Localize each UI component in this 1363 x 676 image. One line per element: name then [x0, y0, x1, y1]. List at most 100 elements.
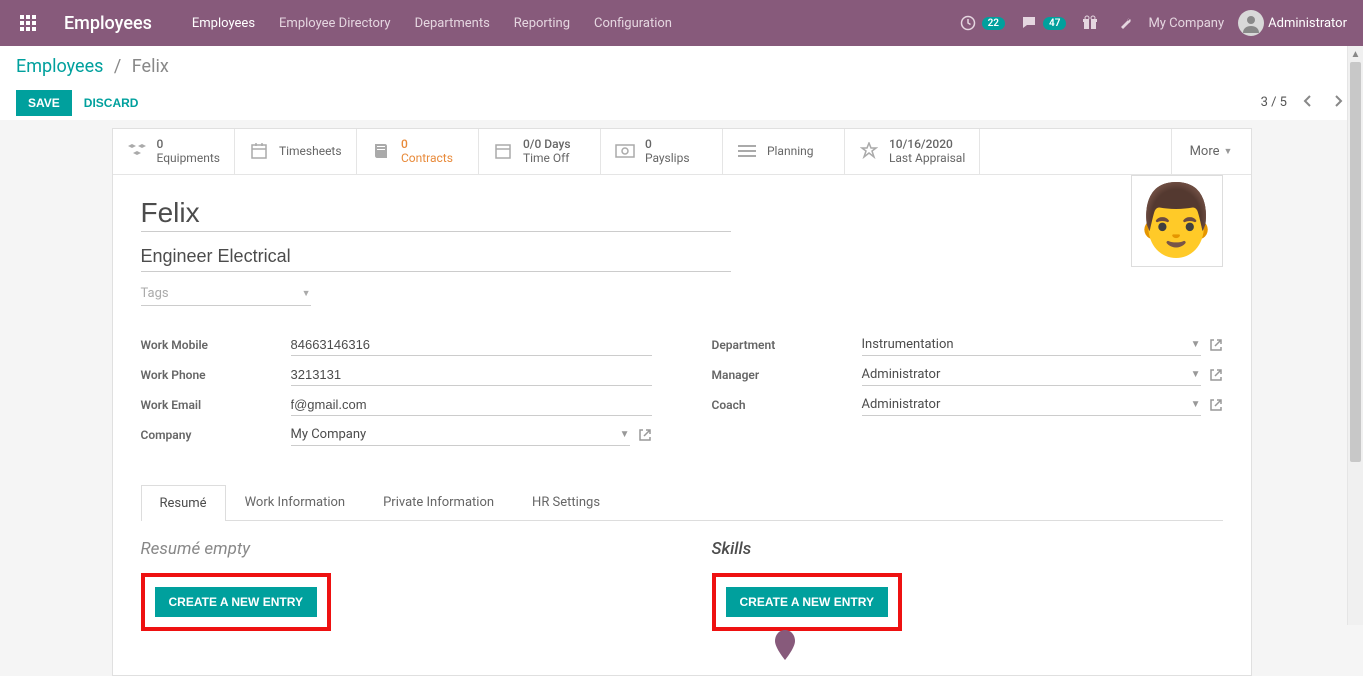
stat-contracts-value: 0 [401, 137, 453, 151]
nav-reporting[interactable]: Reporting [514, 16, 570, 31]
nav-links: Employees Employee Directory Departments… [192, 16, 672, 31]
breadcrumb-sep: / [114, 56, 121, 77]
coach-label: Coach [712, 398, 862, 412]
department-label: Department [712, 338, 862, 352]
save-button[interactable]: SAVE [16, 90, 72, 116]
employee-avatar[interactable]: 👨 [1131, 175, 1223, 267]
caret-down-icon: ▼ [1191, 369, 1201, 380]
resume-title: Resumé empty [141, 539, 652, 559]
caret-down-icon: ▼ [620, 429, 630, 440]
nav-departments[interactable]: Departments [415, 16, 490, 31]
company-select[interactable]: My Company ▼ [291, 424, 630, 446]
nav-employees[interactable]: Employees [192, 16, 255, 31]
job-title-input[interactable] [141, 242, 731, 272]
stat-contracts-label: Contracts [401, 151, 453, 165]
form-sheet: 0Equipments Timesheets 0Contracts 0/0 Da… [112, 128, 1252, 676]
pager: 3 / 5 [1261, 89, 1347, 116]
breadcrumb-root[interactable]: Employees [16, 56, 103, 77]
resume-highlight: CREATE A NEW ENTRY [141, 573, 331, 631]
external-link-icon[interactable] [638, 428, 652, 442]
activity-badge: 22 [982, 17, 1005, 30]
skills-highlight: CREATE A NEW ENTRY [712, 573, 902, 631]
stat-more-label: More [1190, 144, 1220, 159]
external-link-icon[interactable] [1209, 338, 1223, 352]
stat-equipments[interactable]: 0Equipments [113, 129, 235, 174]
stat-timesheets-label: Timesheets [279, 144, 342, 158]
work-mobile-label: Work Mobile [141, 338, 291, 352]
manager-label: Manager [712, 368, 862, 382]
pager-next[interactable] [1329, 89, 1347, 116]
messages-indicator[interactable]: 47 [1019, 13, 1066, 33]
apps-icon[interactable] [16, 11, 40, 35]
avatar-icon [1238, 10, 1264, 36]
work-mobile-input[interactable] [291, 334, 652, 356]
stat-contracts[interactable]: 0Contracts [357, 129, 479, 174]
caret-down-icon: ▼ [1191, 399, 1201, 410]
tab-resume[interactable]: Resumé [141, 485, 226, 521]
nav-configuration[interactable]: Configuration [594, 16, 672, 31]
stat-buttons: 0Equipments Timesheets 0Contracts 0/0 Da… [113, 129, 1251, 175]
stat-timeoff-label: Time Off [523, 151, 571, 165]
stat-equipments-label: Equipments [157, 151, 220, 165]
stat-equipments-value: 0 [157, 137, 220, 151]
work-email-label: Work Email [141, 398, 291, 412]
caret-down-icon: ▼ [1224, 146, 1233, 157]
chat-icon [1019, 13, 1039, 33]
stat-timeoff[interactable]: 0/0 DaysTime Off [479, 129, 601, 174]
drop-pin-icon [773, 630, 797, 667]
user-menu[interactable]: Administrator [1238, 10, 1347, 36]
cubes-icon [127, 141, 147, 161]
name-input[interactable] [141, 195, 731, 232]
company-selector[interactable]: My Company [1148, 16, 1224, 31]
book-icon [371, 141, 391, 161]
breadcrumb-current: Felix [132, 56, 169, 77]
tab-work-info[interactable]: Work Information [226, 484, 365, 520]
gift-icon[interactable] [1080, 13, 1100, 33]
tags-field[interactable]: Tags ▼ [141, 282, 311, 306]
caret-down-icon: ▼ [1191, 339, 1201, 350]
create-resume-button[interactable]: CREATE A NEW ENTRY [155, 587, 317, 617]
control-panel: Employees / Felix SAVE DISCARD 3 / 5 [0, 46, 1363, 120]
department-select[interactable]: Instrumentation ▼ [862, 334, 1201, 356]
stat-planning[interactable]: Planning [723, 129, 845, 174]
pager-prev[interactable] [1299, 89, 1317, 116]
company-label: Company [141, 428, 291, 442]
calendar-icon [249, 141, 269, 161]
pager-text: 3 / 5 [1261, 95, 1287, 110]
work-phone-label: Work Phone [141, 368, 291, 382]
scrollbar-thumb[interactable] [1350, 62, 1361, 462]
department-value: Instrumentation [862, 337, 954, 352]
wrench-icon[interactable] [1114, 13, 1134, 33]
skills-title: Skills [712, 539, 1223, 559]
stat-timesheets[interactable]: Timesheets [235, 129, 357, 174]
external-link-icon[interactable] [1209, 398, 1223, 412]
nav-directory[interactable]: Employee Directory [279, 16, 391, 31]
external-link-icon[interactable] [1209, 368, 1223, 382]
tabs: Resumé Work Information Private Informat… [141, 484, 1223, 521]
topbar: Employees Employees Employee Directory D… [0, 0, 1363, 46]
manager-select[interactable]: Administrator ▼ [862, 364, 1201, 386]
stat-payslips[interactable]: 0Payslips [601, 129, 723, 174]
tab-hr-settings[interactable]: HR Settings [513, 484, 619, 520]
scrollbar[interactable]: ▲ [1347, 46, 1363, 625]
scroll-up-icon[interactable]: ▲ [1348, 46, 1363, 62]
stat-appraisal[interactable]: 10/16/2020Last Appraisal [845, 129, 980, 174]
bars-icon [737, 141, 757, 161]
activity-indicator[interactable]: 22 [958, 13, 1005, 33]
breadcrumb: Employees / Felix [16, 56, 1347, 77]
tab-private-info[interactable]: Private Information [364, 484, 513, 520]
user-name: Administrator [1268, 16, 1347, 31]
star-icon [859, 141, 879, 161]
discard-button[interactable]: DISCARD [80, 90, 143, 116]
work-phone-input[interactable] [291, 364, 652, 386]
messages-badge: 47 [1043, 17, 1066, 30]
coach-select[interactable]: Administrator ▼ [862, 394, 1201, 416]
stat-timeoff-value: 0/0 Days [523, 137, 571, 151]
stat-more[interactable]: More ▼ [1171, 129, 1251, 174]
work-email-input[interactable] [291, 394, 652, 416]
stat-planning-label: Planning [767, 144, 814, 158]
tags-placeholder: Tags [141, 286, 169, 301]
money-icon [615, 141, 635, 161]
create-skill-button[interactable]: CREATE A NEW ENTRY [726, 587, 888, 617]
stat-payslips-value: 0 [645, 137, 690, 151]
